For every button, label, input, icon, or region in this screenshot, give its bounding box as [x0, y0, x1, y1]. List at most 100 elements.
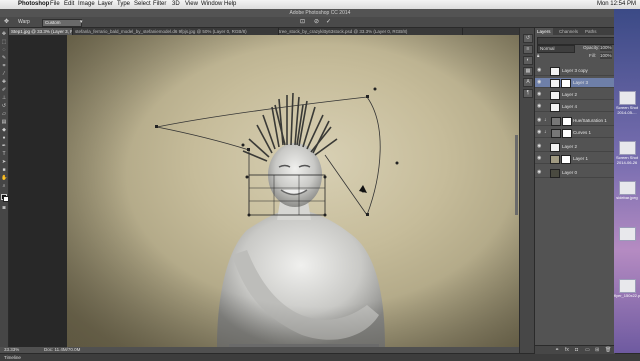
- cancel-transform-icon[interactable]: ⊘: [314, 17, 319, 27]
- tab-stefania[interactable]: stefanla_ferrario_bald_model_by_stefanie…: [72, 28, 279, 35]
- blur-tool-icon[interactable]: ◆: [1, 128, 7, 133]
- visibility-eye-icon[interactable]: ◉: [537, 66, 542, 75]
- layer-mask-thumbnail[interactable]: [561, 155, 571, 164]
- visibility-eye-icon[interactable]: ◉: [537, 142, 542, 151]
- eyedropper-tool-icon[interactable]: ⁄: [1, 72, 7, 77]
- document-tabs: Step1.jpg @ 33.3% (Layer 3, RGB/8#) stef…: [8, 28, 519, 35]
- stamp-tool-icon[interactable]: ⊥: [1, 96, 7, 101]
- layer-row[interactable]: ◉ ↓ Hue/Saturation 1: [535, 116, 615, 126]
- menu-3d[interactable]: 3D: [172, 0, 180, 9]
- marquee-tool-icon[interactable]: ⬚: [1, 40, 7, 45]
- file-icon[interactable]: [619, 141, 636, 155]
- commit-transform-icon[interactable]: ✓: [326, 17, 331, 27]
- chevron-down-icon[interactable]: ▾: [80, 17, 83, 27]
- history-icon[interactable]: ↺: [523, 34, 533, 43]
- warp-preset-select[interactable]: Custom: [42, 19, 82, 27]
- layer-mask-thumbnail[interactable]: [562, 129, 572, 138]
- file-icon[interactable]: [619, 91, 636, 105]
- layer-row[interactable]: ◉ Layer 3 copy: [535, 66, 615, 76]
- tab-tree-stock[interactable]: tree_stock_by_crazykitty63stock.psd @ 33…: [276, 28, 463, 35]
- gradient-tool-icon[interactable]: ▤: [1, 120, 7, 125]
- tab-step1[interactable]: Step1.jpg @ 33.3% (Layer 3, RGB/8#): [8, 28, 73, 35]
- file-icon[interactable]: [619, 227, 636, 241]
- visibility-eye-icon[interactable]: ◉: [537, 116, 542, 125]
- layer-row[interactable]: ◉ Layer 2: [535, 142, 615, 152]
- menu-help[interactable]: Help: [224, 0, 236, 9]
- menu-view[interactable]: View: [185, 0, 198, 9]
- trash-icon[interactable]: 🗑︎: [605, 346, 611, 354]
- layer-row[interactable]: ◉ Layer 4: [535, 102, 615, 112]
- visibility-eye-icon[interactable]: ◉: [537, 168, 542, 177]
- menu-type[interactable]: Type: [117, 0, 130, 9]
- crop-tool-icon[interactable]: ⌗: [1, 64, 7, 69]
- layer-mask-thumbnail[interactable]: [561, 79, 571, 88]
- menu-file[interactable]: File: [50, 0, 60, 9]
- layer-row-selected[interactable]: ◉ Layer 3: [535, 78, 615, 88]
- menu-edit[interactable]: Edit: [64, 0, 74, 9]
- paragraph-icon[interactable]: ¶: [523, 89, 533, 98]
- document-canvas[interactable]: [67, 35, 519, 347]
- canvas-area[interactable]: [9, 35, 519, 347]
- character-icon[interactable]: A: [523, 78, 533, 87]
- zoom-tool-icon[interactable]: ⌕: [1, 184, 7, 189]
- opacity-field[interactable]: 100%: [600, 45, 612, 51]
- tab-channels[interactable]: Channels: [557, 28, 580, 35]
- adjustments-icon[interactable]: ◐: [523, 56, 533, 65]
- fx-icon[interactable]: fx: [565, 346, 569, 354]
- file-icon[interactable]: [619, 279, 636, 293]
- layer-name: Layer 1: [573, 156, 589, 161]
- eraser-tool-icon[interactable]: ▱: [1, 112, 7, 117]
- visibility-eye-icon[interactable]: ◉: [537, 102, 542, 111]
- tab-layers[interactable]: Layers: [535, 28, 553, 35]
- menu-layer[interactable]: Layer: [98, 0, 113, 9]
- layer-row[interactable]: ◉ Layer 0: [535, 168, 615, 178]
- file-icon[interactable]: [619, 181, 636, 195]
- hand-tool-icon[interactable]: ✋: [1, 176, 7, 181]
- healing-tool-icon[interactable]: ✚: [1, 80, 7, 85]
- layer-name: Curves 1: [573, 130, 592, 135]
- lock-icon[interactable]: 🔒︎: [537, 53, 539, 59]
- menu-image[interactable]: Image: [78, 0, 95, 9]
- link-icon[interactable]: ⚭: [555, 346, 559, 354]
- layer-row[interactable]: ◉ Layer 2: [535, 90, 615, 100]
- path-select-icon[interactable]: ➤: [1, 160, 7, 165]
- warp-mode-icon[interactable]: ⊡: [300, 17, 305, 27]
- clock[interactable]: Mon 12:54 PM: [597, 0, 636, 9]
- add-mask-icon[interactable]: ◘: [575, 346, 578, 354]
- shape-tool-icon[interactable]: ■: [1, 168, 7, 173]
- new-group-icon[interactable]: ▭: [585, 346, 590, 354]
- tab-paths[interactable]: Paths: [583, 28, 599, 35]
- swatches-icon[interactable]: ▦: [523, 67, 533, 76]
- move-tool-icon[interactable]: ✥: [1, 32, 7, 37]
- vignette: [67, 35, 519, 347]
- tools-panel: ✥ ⬚ ◌ ✎ ⌗ ⁄ ✚ ✐ ⊥ ↺ ▱ ▤ ◆ ● ✒ T ➤ ■ ✋ ⌕ …: [0, 28, 9, 348]
- visibility-eye-icon[interactable]: ◉: [537, 90, 542, 99]
- lasso-tool-icon[interactable]: ◌: [1, 48, 7, 53]
- layer-name: Hue/Saturation 1: [573, 118, 607, 123]
- vertical-scrollbar[interactable]: [515, 135, 518, 215]
- app-menu[interactable]: Photoshop: [18, 0, 49, 9]
- blend-mode-select[interactable]: Normal: [537, 45, 575, 53]
- layer-row[interactable]: ◉ Layer 1: [535, 154, 615, 164]
- history-brush-icon[interactable]: ↺: [1, 104, 7, 109]
- new-layer-icon[interactable]: ⊞: [595, 346, 599, 354]
- fill-field[interactable]: 100%: [600, 53, 612, 59]
- menu-window[interactable]: Window: [201, 0, 222, 9]
- type-tool-icon[interactable]: T: [1, 152, 7, 157]
- layer-mask-thumbnail[interactable]: [562, 117, 572, 126]
- visibility-eye-icon[interactable]: ◉: [537, 128, 542, 137]
- brush-tool-icon[interactable]: ✐: [1, 88, 7, 93]
- quick-select-tool-icon[interactable]: ✎: [1, 56, 7, 61]
- layer-name: Layer 4: [562, 104, 578, 109]
- move-tool-icon[interactable]: ✥: [4, 17, 9, 27]
- properties-icon[interactable]: ≡: [523, 45, 533, 54]
- pen-tool-icon[interactable]: ✒: [1, 144, 7, 149]
- visibility-eye-icon[interactable]: ◉: [537, 154, 542, 163]
- layer-filter-search[interactable]: [537, 37, 615, 45]
- dodge-tool-icon[interactable]: ●: [1, 136, 7, 141]
- visibility-eye-icon[interactable]: ◉: [537, 78, 542, 87]
- quick-mask-icon[interactable]: ◙: [1, 206, 7, 211]
- menu-filter[interactable]: Filter: [153, 0, 166, 9]
- menu-select[interactable]: Select: [134, 0, 151, 9]
- layer-row[interactable]: ◉ ↓ Curves 1: [535, 128, 615, 138]
